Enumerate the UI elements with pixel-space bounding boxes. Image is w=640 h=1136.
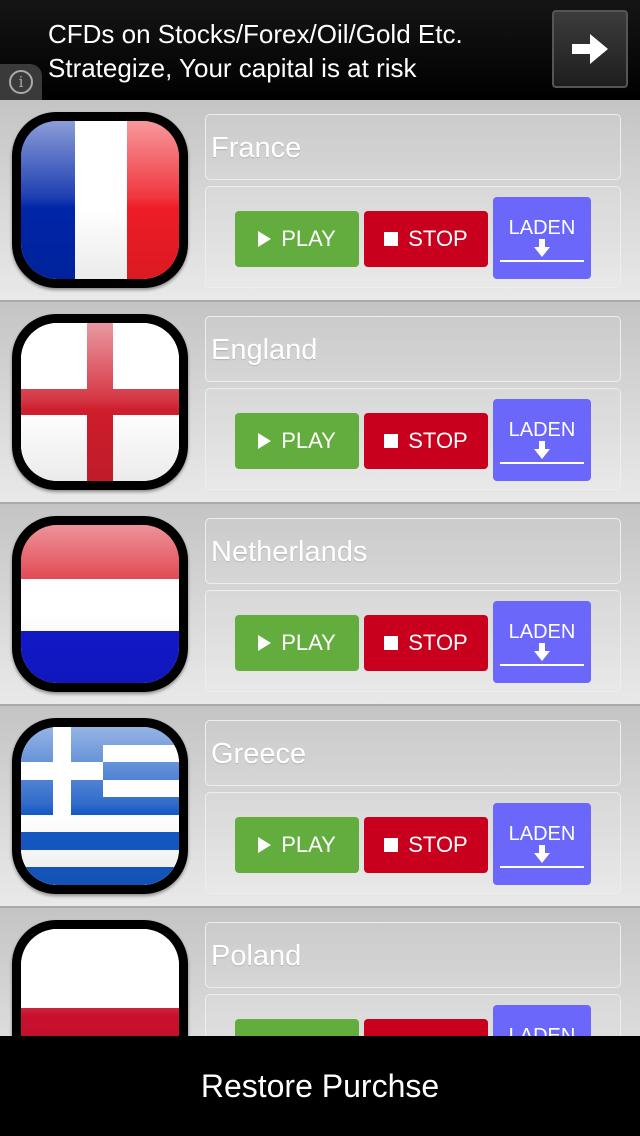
stop-button[interactable]: STOP (364, 817, 488, 873)
netherlands-flag (21, 525, 179, 683)
load-button[interactable]: LADEN (493, 1005, 591, 1036)
country-name: England (205, 316, 621, 382)
england-flag (21, 323, 179, 481)
load-label: LADEN (508, 217, 576, 239)
france-flag (21, 121, 179, 279)
controls-panel: PLAY STOP LADEN (205, 590, 621, 692)
play-button[interactable]: PLAY (235, 1019, 359, 1036)
flag-frame (12, 314, 188, 490)
stop-icon (384, 232, 399, 246)
ad-info-button[interactable]: i (0, 64, 42, 100)
ad-banner[interactable]: CFDs on Stocks/Forex/Oil/Gold Etc. Strat… (0, 0, 640, 100)
arrow-right-icon (572, 34, 608, 64)
play-button[interactable]: PLAY (235, 615, 359, 671)
stop-icon (384, 636, 399, 650)
download-icon (534, 845, 550, 863)
controls-panel: PLAY STOP LADEN (205, 388, 621, 490)
controls-panel: PLAY STOP LADEN (205, 186, 621, 288)
country-list[interactable]: France PLAY STOP LADEN England PLAY STOP (0, 100, 640, 1036)
play-button[interactable]: PLAY (235, 211, 359, 267)
load-label: LADEN (508, 621, 576, 643)
stop-button[interactable]: STOP (364, 211, 488, 267)
download-icon (534, 239, 550, 257)
load-label: LADEN (508, 1025, 576, 1036)
controls-panel: PLAY STOP LADEN (205, 994, 621, 1036)
play-label: PLAY (281, 630, 336, 655)
stop-button[interactable]: STOP (364, 615, 488, 671)
country-name: Poland (205, 922, 621, 988)
country-name: Greece (205, 720, 621, 786)
info-icon: i (9, 70, 33, 94)
stop-icon (384, 434, 399, 448)
flag-frame (12, 718, 188, 894)
flag-frame (12, 920, 188, 1036)
country-name: France (205, 114, 621, 180)
flag-frame (12, 112, 188, 288)
play-label: PLAY (281, 428, 336, 453)
load-label: LADEN (508, 823, 576, 845)
list-item: Greece PLAY STOP LADEN (0, 706, 640, 908)
download-icon (534, 441, 550, 459)
stop-label: STOP (408, 428, 468, 453)
restore-purchase-button[interactable]: Restore Purchse (0, 1036, 640, 1136)
ad-line-1: CFDs on Stocks/Forex/Oil/Gold Etc. (48, 19, 463, 49)
load-label: LADEN (508, 419, 576, 441)
list-item: England PLAY STOP LADEN (0, 302, 640, 504)
download-icon (534, 643, 550, 661)
stop-label: STOP (408, 832, 468, 857)
play-icon (258, 635, 272, 651)
ad-line-2: Strategize, Your capital is at risk (48, 53, 417, 83)
play-button[interactable]: PLAY (235, 817, 359, 873)
stop-icon (384, 838, 399, 852)
stop-button[interactable]: STOP (364, 413, 488, 469)
list-item: France PLAY STOP LADEN (0, 100, 640, 302)
play-label: PLAY (281, 832, 336, 857)
play-icon (258, 837, 272, 853)
play-label: PLAY (281, 226, 336, 251)
controls-panel: PLAY STOP LADEN (205, 792, 621, 894)
list-item: Poland PLAY STOP LADEN (0, 908, 640, 1036)
load-button[interactable]: LADEN (493, 601, 591, 683)
load-button[interactable]: LADEN (493, 803, 591, 885)
list-item: Netherlands PLAY STOP LADEN (0, 504, 640, 706)
poland-flag (21, 929, 179, 1036)
country-name: Netherlands (205, 518, 621, 584)
play-icon (258, 433, 272, 449)
stop-label: STOP (408, 226, 468, 251)
ad-text[interactable]: CFDs on Stocks/Forex/Oil/Gold Etc. Strat… (48, 17, 463, 85)
play-button[interactable]: PLAY (235, 413, 359, 469)
load-button[interactable]: LADEN (493, 197, 591, 279)
flag-frame (12, 516, 188, 692)
restore-purchase-label: Restore Purchse (200, 1067, 440, 1104)
ad-arrow-button[interactable] (552, 10, 628, 88)
greece-flag (21, 727, 179, 885)
play-icon (258, 231, 272, 247)
stop-button[interactable]: STOP (364, 1019, 488, 1036)
load-button[interactable]: LADEN (493, 399, 591, 481)
stop-label: STOP (408, 630, 468, 655)
